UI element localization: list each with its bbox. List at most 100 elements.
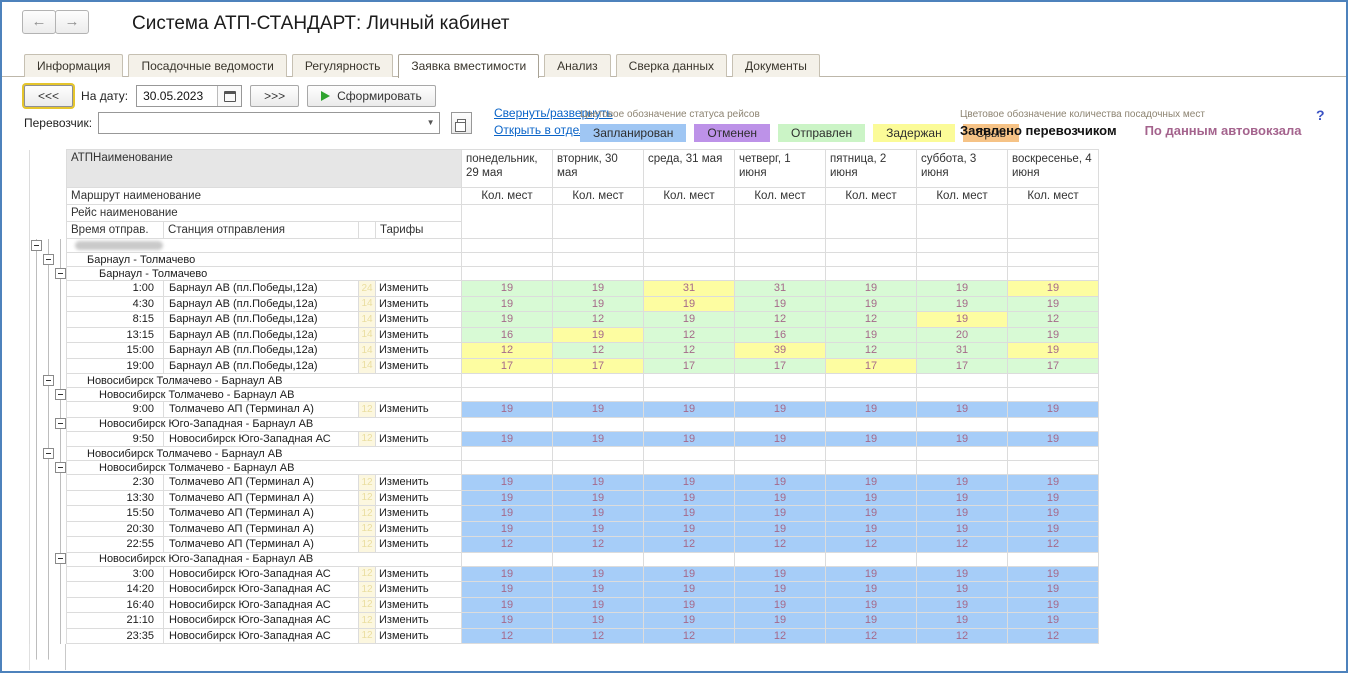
seats-value-cell[interactable]: 12 xyxy=(553,343,644,359)
seats-value-cell[interactable]: 12 xyxy=(462,628,553,644)
seats-value-cell[interactable]: 19 xyxy=(462,506,553,522)
forward-button[interactable]: → xyxy=(55,10,89,34)
change-tariff-link[interactable]: Изменить xyxy=(376,343,462,359)
seats-value-cell[interactable]: 19 xyxy=(735,597,826,613)
seats-value-cell[interactable]: 19 xyxy=(735,475,826,491)
expander-icon[interactable] xyxy=(55,462,66,473)
seats-value-cell[interactable]: 31 xyxy=(644,281,735,297)
seats-value-cell[interactable]: 12 xyxy=(1008,537,1099,553)
seats-value-cell[interactable]: 19 xyxy=(1008,566,1099,582)
seats-value-cell[interactable]: 12 xyxy=(644,628,735,644)
seats-value-cell[interactable]: 19 xyxy=(1008,490,1099,506)
seats-value-cell[interactable]: 19 xyxy=(644,431,735,447)
seats-value-cell[interactable]: 19 xyxy=(462,312,553,328)
seats-value-cell[interactable]: 19 xyxy=(735,506,826,522)
generate-button[interactable]: Сформировать xyxy=(307,85,436,107)
change-tariff-link[interactable]: Изменить xyxy=(376,582,462,598)
seats-value-cell[interactable]: 19 xyxy=(917,566,1008,582)
seats-value-cell[interactable]: 19 xyxy=(553,296,644,312)
seats-value-cell[interactable]: 19 xyxy=(1008,613,1099,629)
seats-value-cell[interactable]: 17 xyxy=(462,358,553,374)
seats-value-cell[interactable]: 19 xyxy=(1008,296,1099,312)
seats-value-cell[interactable]: 19 xyxy=(553,521,644,537)
change-tariff-link[interactable]: Изменить xyxy=(376,628,462,644)
seats-value-cell[interactable]: 20 xyxy=(917,327,1008,343)
seats-value-cell[interactable]: 19 xyxy=(826,296,917,312)
seats-value-cell[interactable]: 19 xyxy=(553,431,644,447)
seats-value-cell[interactable]: 19 xyxy=(826,597,917,613)
change-tariff-link[interactable]: Изменить xyxy=(376,358,462,374)
seats-value-cell[interactable]: 12 xyxy=(735,312,826,328)
seats-value-cell[interactable]: 19 xyxy=(826,490,917,506)
change-tariff-link[interactable]: Изменить xyxy=(376,327,462,343)
seats-value-cell[interactable]: 19 xyxy=(917,296,1008,312)
seats-value-cell[interactable]: 19 xyxy=(553,613,644,629)
seats-value-cell[interactable]: 12 xyxy=(826,537,917,553)
change-tariff-link[interactable]: Изменить xyxy=(376,506,462,522)
seats-value-cell[interactable]: 19 xyxy=(462,490,553,506)
seats-value-cell[interactable]: 19 xyxy=(1008,343,1099,359)
seats-value-cell[interactable]: 19 xyxy=(462,521,553,537)
seats-value-cell[interactable]: 19 xyxy=(553,490,644,506)
seats-value-cell[interactable]: 12 xyxy=(917,628,1008,644)
change-tariff-link[interactable]: Изменить xyxy=(376,597,462,613)
calendar-button[interactable] xyxy=(217,86,241,106)
seats-value-cell[interactable]: 12 xyxy=(826,343,917,359)
tab-6[interactable]: Сверка данных xyxy=(616,54,727,77)
seats-value-cell[interactable]: 19 xyxy=(826,281,917,297)
seats-value-cell[interactable]: 19 xyxy=(735,490,826,506)
seats-value-cell[interactable]: 16 xyxy=(462,327,553,343)
seats-value-cell[interactable]: 12 xyxy=(553,628,644,644)
seats-value-cell[interactable]: 19 xyxy=(553,475,644,491)
tab-4[interactable]: Заявка вместимости xyxy=(398,54,539,78)
seats-value-cell[interactable]: 19 xyxy=(735,431,826,447)
seats-value-cell[interactable]: 12 xyxy=(1008,628,1099,644)
seats-value-cell[interactable]: 19 xyxy=(644,506,735,522)
seats-value-cell[interactable]: 19 xyxy=(917,490,1008,506)
seats-value-cell[interactable]: 12 xyxy=(553,312,644,328)
seats-value-cell[interactable]: 19 xyxy=(826,521,917,537)
seats-value-cell[interactable]: 19 xyxy=(644,490,735,506)
carrier-input[interactable] xyxy=(99,114,422,132)
change-tariff-link[interactable]: Изменить xyxy=(376,296,462,312)
expander-icon[interactable] xyxy=(55,268,66,279)
seats-value-cell[interactable]: 19 xyxy=(644,312,735,328)
tab-3[interactable]: Регулярность xyxy=(292,54,394,77)
seats-value-cell[interactable]: 31 xyxy=(917,343,1008,359)
seats-value-cell[interactable]: 19 xyxy=(644,613,735,629)
seats-value-cell[interactable]: 19 xyxy=(462,582,553,598)
seats-value-cell[interactable]: 16 xyxy=(735,327,826,343)
seats-value-cell[interactable]: 19 xyxy=(462,402,553,418)
seats-value-cell[interactable]: 19 xyxy=(1008,281,1099,297)
seats-value-cell[interactable]: 12 xyxy=(644,537,735,553)
seats-value-cell[interactable]: 19 xyxy=(553,597,644,613)
seats-value-cell[interactable]: 12 xyxy=(644,327,735,343)
change-tariff-link[interactable]: Изменить xyxy=(376,521,462,537)
seats-value-cell[interactable]: 19 xyxy=(826,566,917,582)
seats-value-cell[interactable]: 19 xyxy=(917,475,1008,491)
seats-value-cell[interactable]: 19 xyxy=(553,506,644,522)
seats-value-cell[interactable]: 12 xyxy=(826,312,917,328)
seats-value-cell[interactable]: 19 xyxy=(462,566,553,582)
tab-1[interactable]: Информация xyxy=(24,54,123,77)
seats-value-cell[interactable]: 19 xyxy=(462,281,553,297)
seats-value-cell[interactable]: 12 xyxy=(462,537,553,553)
expander-icon[interactable] xyxy=(43,254,54,265)
seats-value-cell[interactable]: 19 xyxy=(826,402,917,418)
help-icon[interactable]: ? xyxy=(1316,107,1325,123)
seats-value-cell[interactable]: 19 xyxy=(553,402,644,418)
seats-value-cell[interactable]: 19 xyxy=(917,402,1008,418)
seats-value-cell[interactable]: 19 xyxy=(644,582,735,598)
seats-value-cell[interactable]: 12 xyxy=(644,343,735,359)
seats-value-cell[interactable]: 17 xyxy=(917,358,1008,374)
seats-value-cell[interactable]: 19 xyxy=(1008,582,1099,598)
seats-value-cell[interactable]: 19 xyxy=(1008,597,1099,613)
next-period-button[interactable]: >>> xyxy=(250,85,299,107)
seats-value-cell[interactable]: 17 xyxy=(553,358,644,374)
choose-from-list-button[interactable] xyxy=(451,112,472,134)
seats-value-cell[interactable]: 19 xyxy=(644,296,735,312)
seats-value-cell[interactable]: 19 xyxy=(826,506,917,522)
tab-5[interactable]: Анализ xyxy=(544,54,611,77)
seats-value-cell[interactable]: 19 xyxy=(1008,431,1099,447)
change-tariff-link[interactable]: Изменить xyxy=(376,281,462,297)
